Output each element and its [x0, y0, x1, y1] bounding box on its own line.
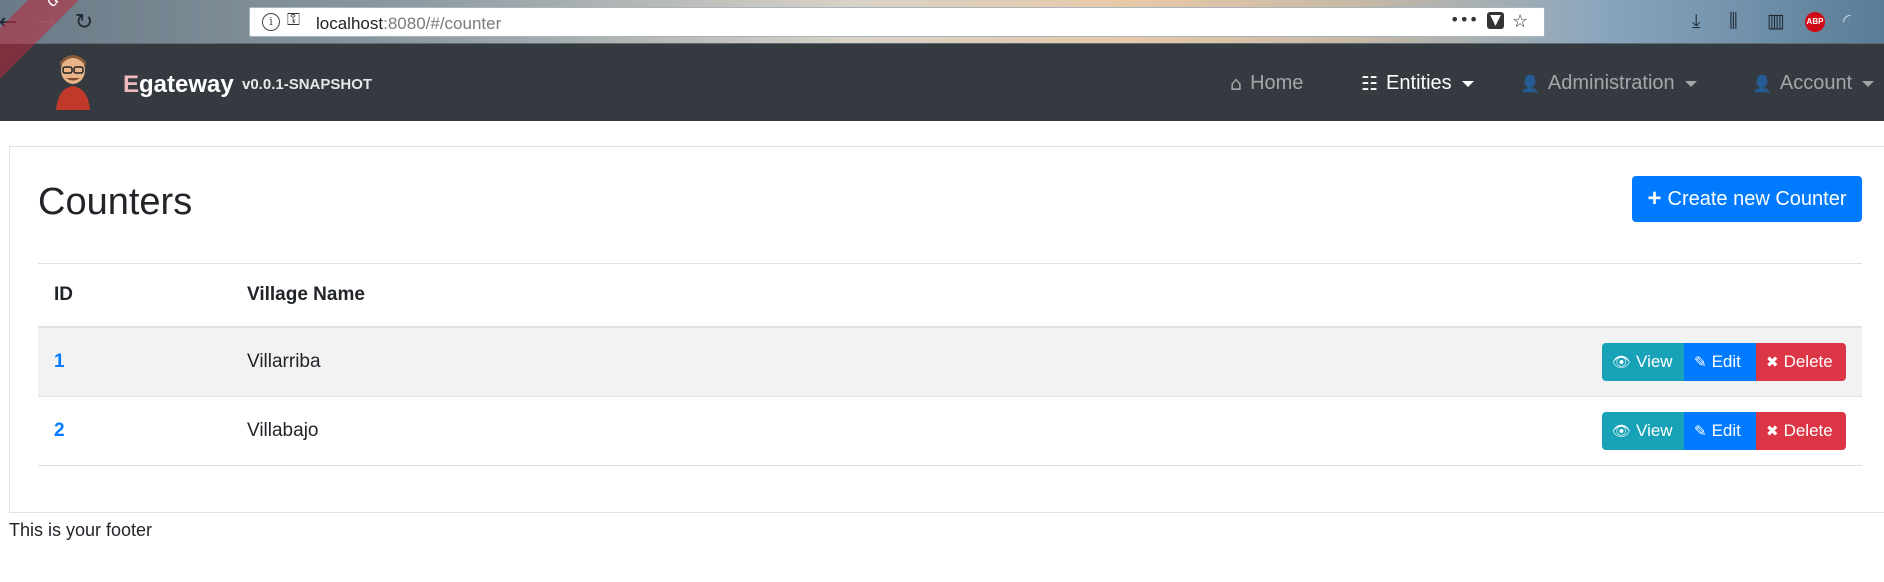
browser-toolbar: ← → ↻ i ⚿ localhost:8080/#/counter ••• ▼…	[0, 0, 1884, 44]
nav-administration-label: Administration	[1547, 72, 1675, 94]
create-counter-label: Create new Counter	[1667, 187, 1847, 210]
pocket-icon[interactable]: ▼	[1487, 12, 1504, 29]
url-text[interactable]: localhost:8080/#/counter	[316, 14, 501, 34]
edit-button[interactable]: ✎ Edit	[1684, 343, 1756, 381]
nav-entities[interactable]: ☷ Entities	[1361, 72, 1474, 95]
plus-icon: +	[1647, 185, 1662, 212]
close-icon: ✖	[1766, 353, 1779, 371]
row-actions: 👁 View ✎ Edit ✖ Delete	[805, 327, 1862, 397]
site-info-icon[interactable]: i	[262, 13, 280, 31]
delete-button[interactable]: ✖ Delete	[1756, 343, 1846, 381]
row-id-link[interactable]: 2	[54, 420, 65, 441]
address-bar[interactable]: i ⚿ localhost:8080/#/counter ••• ▼ ☆	[249, 7, 1545, 37]
nav-home-label: Home	[1250, 72, 1304, 94]
column-header-id[interactable]: ID	[38, 263, 231, 328]
nav-account-label: Account	[1779, 72, 1853, 94]
counters-table: ID Village Name 1 Villarriba 👁 View ✎ Edit…	[38, 263, 1862, 466]
table-row: 2 Villabajo 👁 View ✎ Edit ✖ Delete	[38, 396, 1862, 466]
row-id-cell: 2	[38, 396, 231, 466]
home-icon: ⌂	[1230, 72, 1243, 95]
app-navbar: Egateway v0.0.1-SNAPSHOT ⌂ Home ☷ Entiti…	[0, 44, 1884, 121]
user-plus-icon: 👤	[1520, 74, 1540, 93]
delete-label: Delete	[1783, 421, 1833, 440]
nav-entities-label: Entities	[1386, 72, 1452, 94]
eye-icon: 👁	[1612, 353, 1632, 371]
edit-label: Edit	[1711, 421, 1741, 440]
sidebar-icon[interactable]: ▥	[1767, 10, 1785, 32]
avatar-logo[interactable]	[52, 54, 94, 110]
bookmark-star-icon[interactable]: ☆	[1512, 11, 1528, 32]
page-footer: This is your footer	[9, 520, 153, 540]
create-counter-button[interactable]: + Create new Counter	[1632, 176, 1862, 222]
row-village-name: Villarriba	[231, 327, 806, 397]
page-actions-icon[interactable]: •••	[1450, 10, 1478, 29]
caret-down-icon	[1862, 80, 1875, 87]
close-icon: ✖	[1766, 422, 1779, 440]
edit-button[interactable]: ✎ Edit	[1684, 412, 1756, 450]
delete-button[interactable]: ✖ Delete	[1756, 412, 1846, 450]
eye-icon: 👁	[1612, 422, 1632, 440]
list-icon: ☷	[1361, 72, 1379, 95]
row-village-name: Villabajo	[231, 396, 806, 466]
nav-administration[interactable]: 👤 Administration	[1520, 72, 1697, 95]
brand-name[interactable]: Egateway	[123, 71, 234, 99]
column-header-village-name[interactable]: Village Name	[231, 263, 806, 328]
edit-label: Edit	[1711, 352, 1741, 371]
nav-account[interactable]: 👤 Account	[1752, 72, 1875, 95]
row-id-link[interactable]: 1	[54, 351, 65, 372]
caret-down-icon	[1461, 80, 1474, 87]
view-label: View	[1636, 421, 1673, 440]
view-button[interactable]: 👁 View	[1602, 343, 1684, 381]
column-header-actions	[805, 263, 1862, 328]
extension-icon[interactable]: ◜	[1843, 10, 1850, 32]
table-row: 1 Villarriba 👁 View ✎ Edit ✖ Delete	[38, 327, 1862, 397]
caret-down-icon	[1684, 80, 1697, 87]
delete-label: Delete	[1783, 352, 1833, 371]
adblock-icon[interactable]: ABP	[1805, 12, 1825, 32]
app-version: v0.0.1-SNAPSHOT	[242, 76, 373, 93]
row-actions: 👁 View ✎ Edit ✖ Delete	[805, 396, 1862, 466]
library-icon[interactable]: ⫼	[1729, 10, 1738, 32]
view-button[interactable]: 👁 View	[1602, 412, 1684, 450]
pencil-icon: ✎	[1694, 353, 1707, 371]
nav-home[interactable]: ⌂ Home	[1230, 72, 1303, 95]
pencil-icon: ✎	[1694, 422, 1707, 440]
key-icon[interactable]: ⚿	[287, 10, 300, 30]
download-icon[interactable]: ⤓	[1692, 10, 1700, 32]
user-icon: 👤	[1752, 74, 1772, 93]
row-id-cell: 1	[38, 327, 231, 397]
view-label: View	[1636, 352, 1673, 371]
page-title: Counters	[38, 181, 193, 223]
table-header-row: ID Village Name	[38, 263, 1862, 328]
reload-button[interactable]: ↻	[70, 8, 98, 36]
